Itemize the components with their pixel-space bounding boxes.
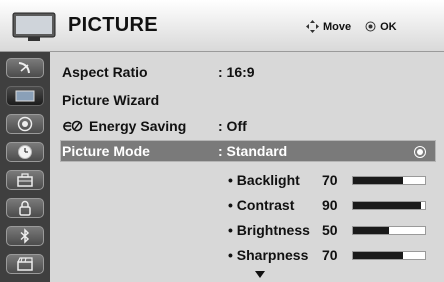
setting-backlight-slider[interactable] [352, 176, 426, 185]
picture-mode-selected-indicator [414, 146, 426, 158]
setting-contrast-slider[interactable] [352, 201, 426, 210]
level-fill [353, 227, 389, 234]
sidebar-item-lock[interactable] [6, 198, 44, 218]
energy-saving-label: Energy Saving [89, 118, 187, 134]
media-clapper-icon [17, 257, 33, 271]
ok-circle-icon [365, 21, 376, 32]
bluetooth-icon [20, 228, 30, 244]
menu-item-picture-wizard[interactable]: Picture Wizard [62, 92, 159, 108]
setting-contrast-label[interactable]: • Contrast [228, 197, 294, 213]
tv-screen-icon [12, 12, 56, 41]
menu-item-picture-mode[interactable]: Picture Mode [62, 143, 150, 159]
setting-brightness-value: 50 [322, 222, 338, 238]
setting-sharpness-value: 70 [322, 247, 338, 263]
move-hint-label: Move [323, 20, 352, 33]
sidebar-item-picture[interactable] [6, 86, 44, 106]
setting-backlight-value: 70 [322, 172, 338, 188]
setting-sharpness-slider[interactable] [352, 251, 426, 260]
speaker-audio-icon [17, 116, 33, 132]
level-fill [353, 252, 404, 259]
energy-saving-value: : Off [218, 118, 247, 134]
level-fill [353, 202, 422, 209]
sidebar-item-option[interactable] [6, 170, 44, 190]
clock-time-icon [18, 145, 32, 159]
level-fill [353, 177, 404, 184]
setting-brightness-slider[interactable] [352, 226, 426, 235]
picture-menu-osd: PICTURE Move OK Aspect Ratio: 16:9 Pict… [0, 0, 444, 282]
sidebar-item-bluetooth[interactable] [6, 226, 44, 246]
menu-header: PICTURE Move OK [0, 0, 444, 52]
ok-hint-label: OK [380, 20, 397, 33]
satellite-dish-icon [18, 62, 30, 74]
sidebar-item-channel[interactable] [6, 58, 44, 78]
navigation-hints: Move OK [306, 20, 397, 33]
padlock-icon [19, 200, 31, 216]
setting-brightness-label[interactable]: • Brightness [228, 222, 310, 238]
sidebar-item-media[interactable] [6, 254, 44, 274]
picture-mode-value: : Standard [218, 143, 288, 159]
menu-item-aspect-ratio[interactable]: Aspect Ratio [62, 64, 148, 80]
eco-leaf-icon [63, 120, 83, 132]
category-sidebar [0, 52, 50, 282]
scroll-down-arrow-icon[interactable] [255, 271, 265, 278]
sidebar-item-audio[interactable] [6, 114, 44, 134]
setting-backlight-label[interactable]: • Backlight [228, 172, 300, 188]
setting-contrast-value: 90 [322, 197, 338, 213]
dpad-arrows-icon [306, 20, 319, 33]
menu-item-energy-saving[interactable]: Energy Saving [62, 118, 186, 134]
page-title: PICTURE [68, 14, 158, 36]
aspect-ratio-value: : 16:9 [218, 64, 255, 80]
toolbox-option-icon [17, 173, 33, 187]
picture-settings-panel: Aspect Ratio : 16:9 Picture Wizard Energ… [50, 52, 444, 282]
sidebar-item-time[interactable] [6, 142, 44, 162]
picture-icon [15, 90, 35, 102]
setting-sharpness-label[interactable]: • Sharpness [228, 247, 308, 263]
